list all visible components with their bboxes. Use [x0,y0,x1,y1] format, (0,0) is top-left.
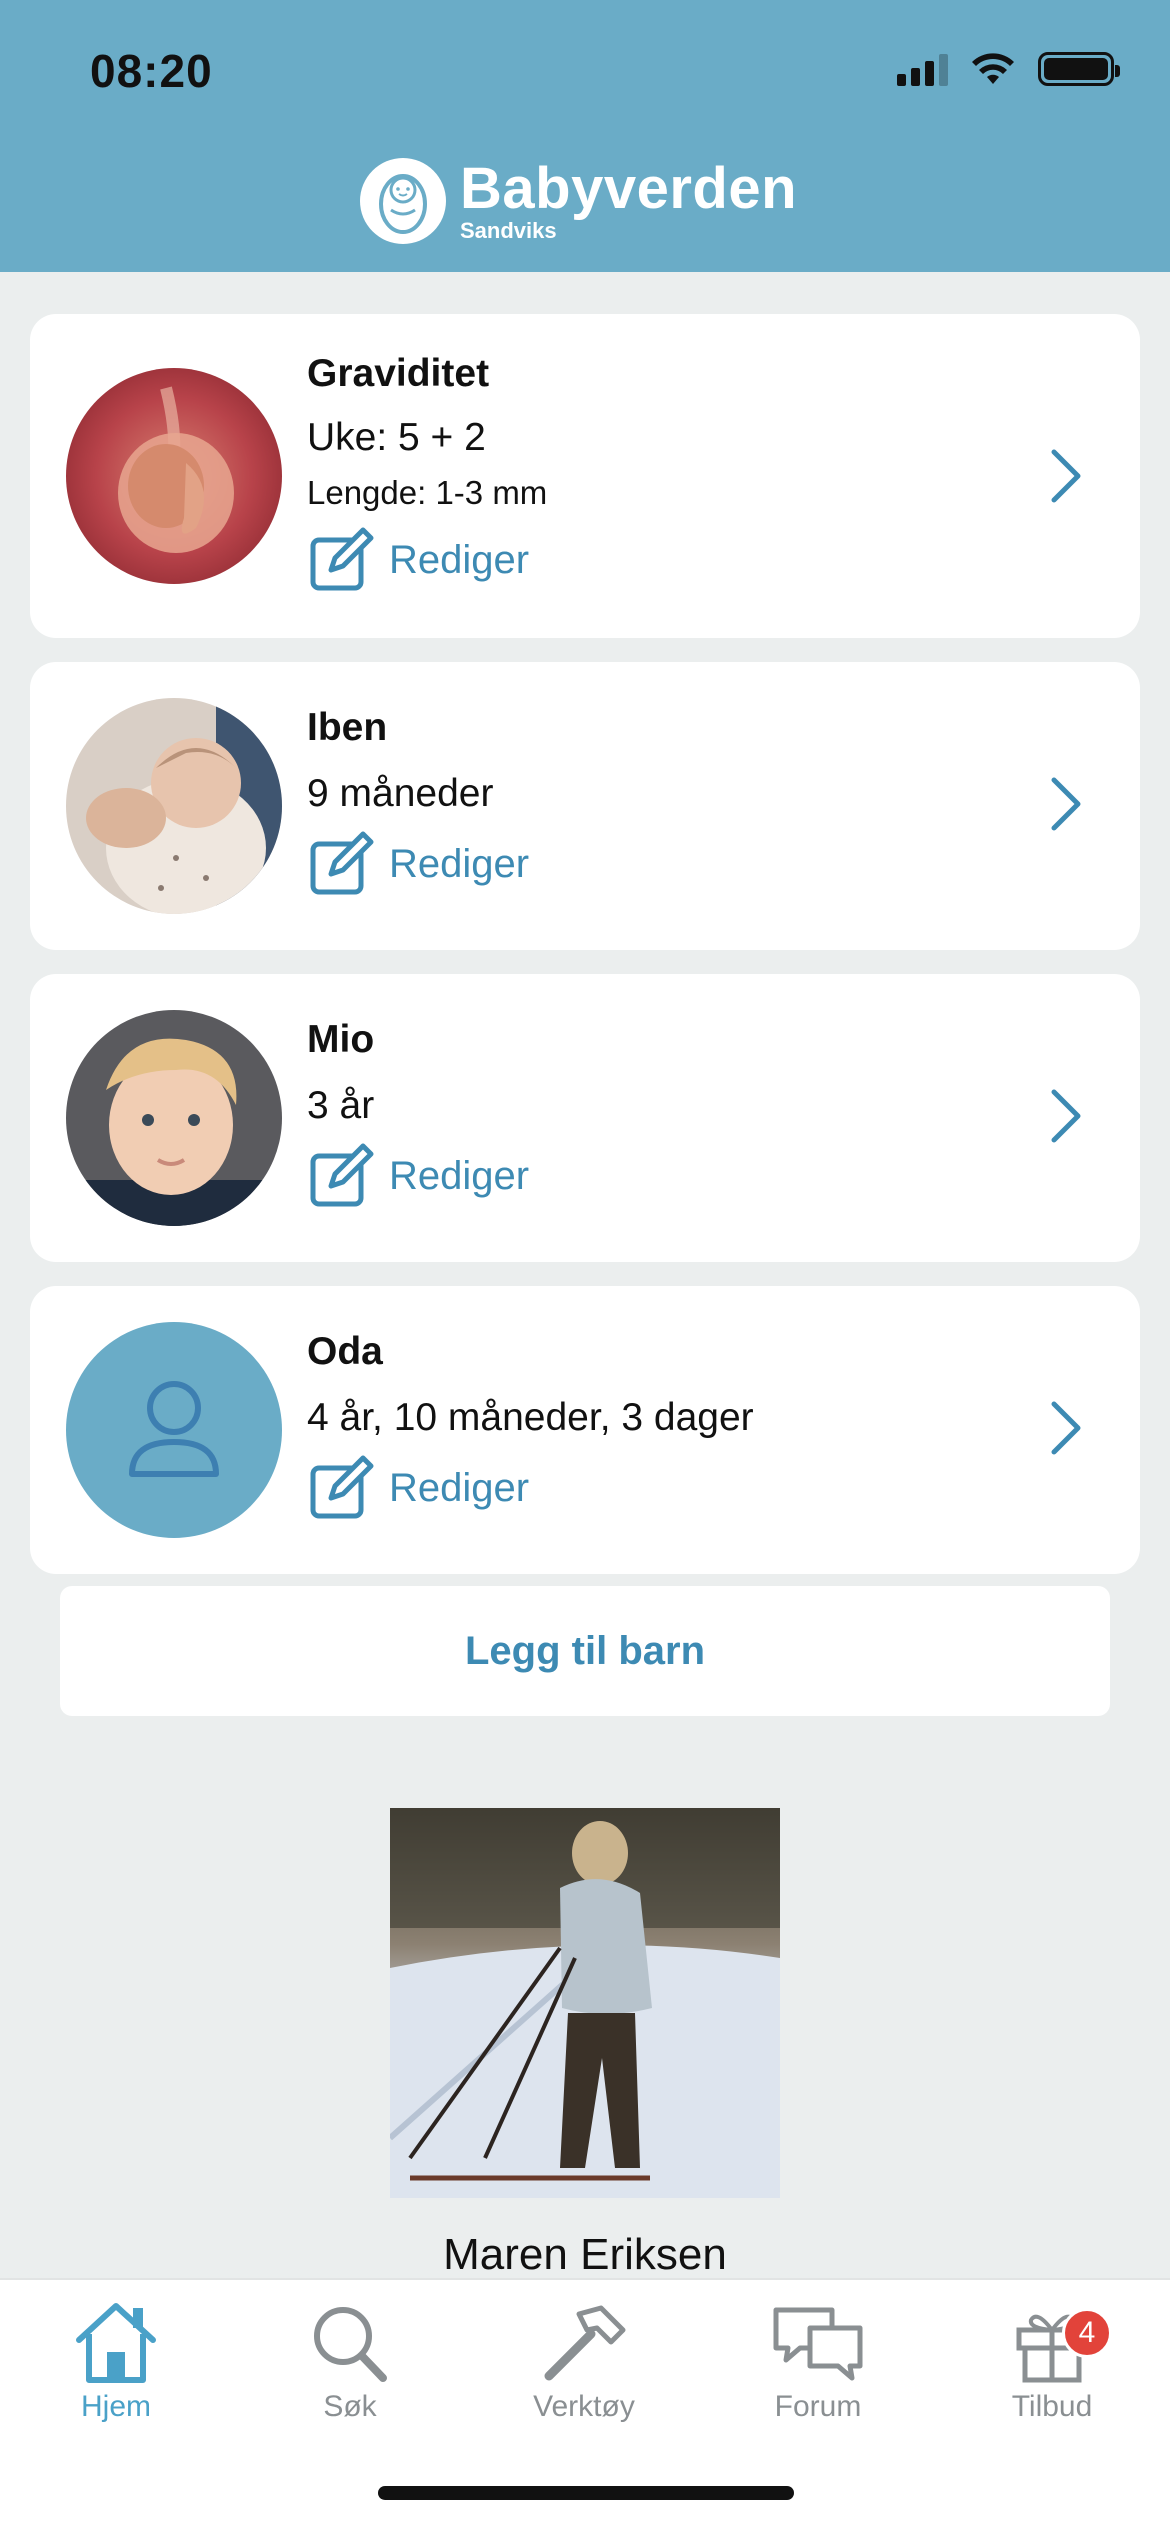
app-subtitle: Sandviks [460,218,557,243]
chevron-right-icon[interactable] [1046,1400,1086,1456]
status-icons [897,52,1120,86]
tab-tools[interactable]: Verktøy [504,2300,664,2424]
chevron-right-icon[interactable] [1046,776,1086,832]
edit-button[interactable]: Rediger [307,1142,529,1210]
pregnancy-length: Lengde: 1-3 mm [307,474,548,511]
battery-icon [1038,52,1120,86]
chat-icon [773,2307,863,2381]
search-icon [314,2307,387,2382]
home-icon [76,2303,156,2383]
tab-home[interactable]: Hjem [36,2300,196,2424]
child-age: 3 år [307,1084,375,1127]
baby-logo-icon [360,158,446,244]
wifi-icon [972,53,1014,84]
mio-photo [66,1010,282,1226]
notification-badge: 4 [1062,2308,1112,2358]
child-age: 9 måneder [307,772,494,815]
tab-forum[interactable]: Forum [738,2300,898,2424]
child-name: Oda [307,1330,383,1373]
edit-icon [310,1455,374,1519]
child-name: Mio [307,1018,375,1061]
iben-photo [66,698,282,914]
hammer-icon [544,2305,626,2381]
profile-photo[interactable] [390,1808,780,2198]
edit-icon [310,831,374,895]
chevron-right-icon[interactable] [1046,448,1086,504]
embryo-image [66,368,282,584]
edit-icon [310,527,374,591]
profile-name: Maren Eriksen [443,2230,727,2279]
card-title: Graviditet [307,352,490,395]
cellular-signal-icon [897,52,948,86]
home-indicator [378,2486,794,2500]
pregnancy-week: Uke: 5 + 2 [307,416,486,459]
child-name: Iben [307,706,388,749]
tab-search[interactable]: Søk [270,2300,430,2424]
tab-offers[interactable]: 4 Tilbud [972,2300,1132,2424]
child-card-iben[interactable]: Iben 9 måneder Rediger [30,662,1140,950]
app-header: 08:20 Babyverden Sandviks [0,0,1170,272]
add-child-button[interactable]: Legg til barn [60,1586,1110,1716]
edit-button[interactable]: Rediger [307,526,547,594]
default-avatar [66,1322,282,1538]
edit-button[interactable]: Rediger [307,1454,754,1522]
app-title: Babyverden [460,156,798,221]
child-age: 4 år, 10 måneder, 3 dager [307,1396,754,1439]
status-time: 08:20 [90,45,213,97]
chevron-right-icon[interactable] [1046,1088,1086,1144]
brand-logo: Babyverden Sandviks [360,158,797,244]
child-card-oda[interactable]: Oda 4 år, 10 måneder, 3 dager Rediger [30,1286,1140,1574]
edit-icon [310,1143,374,1207]
person-icon [129,1381,219,1477]
child-card-mio[interactable]: Mio 3 år Rediger [30,974,1140,1262]
edit-button[interactable]: Rediger [307,830,529,898]
pregnancy-card[interactable]: Graviditet Uke: 5 + 2 Lengde: 1-3 mm Red… [30,314,1140,638]
